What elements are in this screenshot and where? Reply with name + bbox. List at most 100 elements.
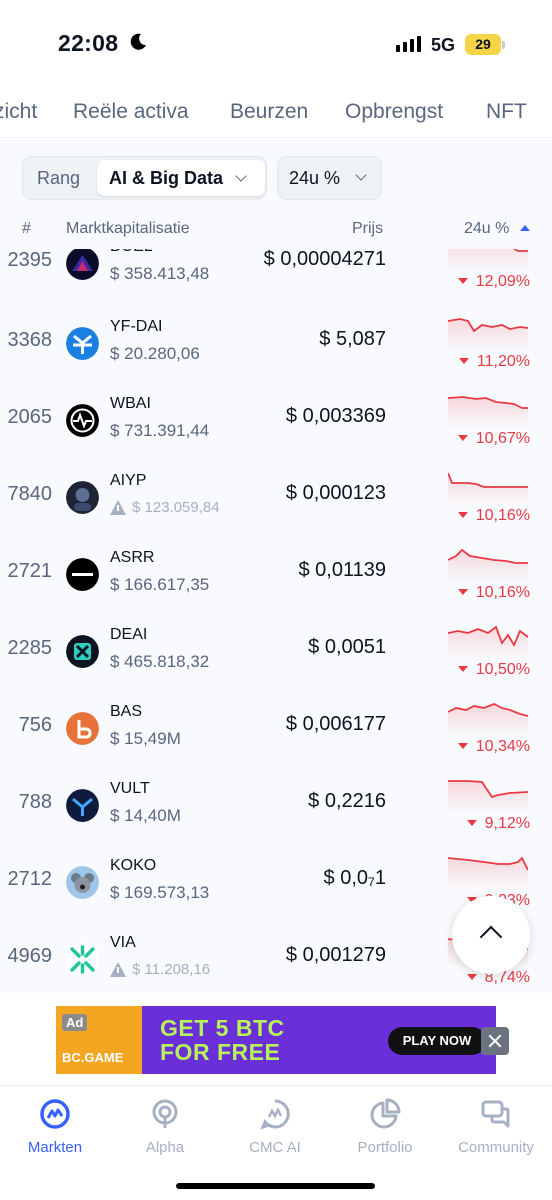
tab-nft[interactable]: NFT bbox=[486, 100, 527, 124]
price: $ 5,087 bbox=[319, 328, 386, 350]
caret-down-icon bbox=[457, 666, 468, 672]
coin-symbol: KOKO bbox=[110, 857, 157, 874]
change-24h: 11,20% bbox=[458, 353, 530, 371]
chevron-down-icon bbox=[235, 170, 247, 182]
change-value: 9,12% bbox=[484, 815, 530, 832]
nav-label: Community bbox=[458, 1139, 534, 1156]
change-24h: 12,09% bbox=[457, 273, 530, 291]
category-dropdown[interactable]: AI & Big Data bbox=[97, 160, 265, 196]
sparkline-chart bbox=[448, 703, 528, 736]
nav-portfolio[interactable]: Portfolio bbox=[330, 1092, 440, 1160]
tab-opbrengst[interactable]: Opbrengst bbox=[345, 100, 443, 124]
coin-symbol: AIYP bbox=[110, 472, 147, 489]
category-tabs: zicht Reële activa Beurzen Opbrengst NFT bbox=[0, 90, 552, 138]
filter-bar: Rang AI & Big Data 24u % bbox=[0, 139, 552, 215]
period-dropdown[interactable]: 24u % bbox=[277, 156, 382, 200]
change-24h: 10,16% bbox=[457, 507, 530, 525]
price: $ 0,006177 bbox=[285, 713, 386, 735]
category-label: AI & Big Data bbox=[109, 168, 224, 188]
market-cap: $ 166.617,35 bbox=[110, 575, 210, 594]
change-value: 10,67% bbox=[475, 430, 530, 447]
caret-down-icon bbox=[457, 278, 468, 284]
market-cap: $ 14,40M bbox=[110, 806, 181, 825]
ad-close-icon[interactable] bbox=[481, 1027, 509, 1055]
tab-beurzen[interactable]: Beurzen bbox=[230, 100, 308, 124]
ad-tag: Ad bbox=[62, 1014, 88, 1031]
price: $ 0,003369 bbox=[285, 405, 386, 427]
coin-row[interactable]: 2395 DUEL $ 358.413,48 $ 0,00004271 12,09% bbox=[0, 249, 552, 302]
status-bar: 22:08 5G 29 bbox=[0, 0, 552, 90]
chevron-down-icon bbox=[355, 169, 367, 181]
chevron-up-icon bbox=[479, 925, 503, 949]
market-cap-column-header[interactable]: Marktkapitalisatie bbox=[66, 220, 190, 238]
ad-creative[interactable]: Ad BC.GAME GET 5 BTC FOR FREE PLAY NOW bbox=[56, 1006, 496, 1074]
rank-category-selector[interactable]: Rang AI & Big Data bbox=[22, 156, 267, 200]
deai-logo bbox=[66, 635, 99, 668]
aiyp-logo bbox=[66, 481, 99, 514]
nav-alpha[interactable]: Alpha bbox=[110, 1092, 220, 1160]
coin-row[interactable]: 788 VULT $ 14,40M $ 0,2216 9,12% bbox=[0, 767, 552, 844]
change-24h: 10,67% bbox=[457, 430, 530, 448]
sparkline-chart bbox=[448, 472, 528, 505]
sparkline-chart bbox=[448, 318, 528, 351]
rank-column-header[interactable]: # bbox=[22, 220, 31, 238]
market-cap: $ 15,49M bbox=[110, 729, 181, 748]
network-type: 5G bbox=[431, 35, 456, 55]
market-cap: $ 11.208,16 bbox=[132, 961, 211, 978]
battery-icon: 29 bbox=[465, 34, 501, 55]
rank: 4969 bbox=[7, 945, 53, 967]
change-value: 10,34% bbox=[475, 738, 530, 755]
sparkline-chart bbox=[448, 856, 528, 890]
chat-bubbles-icon bbox=[481, 1100, 510, 1128]
coin-symbol: VULT bbox=[110, 780, 150, 797]
coin-row[interactable]: 2065 WBAI $ 731.391,44 $ 0,003369 10,67% bbox=[0, 382, 552, 459]
change-column-header[interactable]: 24u % bbox=[464, 220, 509, 238]
coin-symbol: ASRR bbox=[110, 549, 155, 566]
rank: 2721 bbox=[7, 560, 53, 582]
tab-reele-activa[interactable]: Reële activa bbox=[73, 100, 189, 124]
rank-toggle[interactable]: Rang bbox=[37, 168, 80, 189]
price-column-header[interactable]: Prijs bbox=[352, 220, 383, 238]
ad-banner: Ad BC.GAME GET 5 BTC FOR FREE PLAY NOW bbox=[0, 993, 552, 1085]
via-logo bbox=[66, 943, 99, 976]
bas-logo bbox=[66, 712, 99, 745]
price: $ 0,01139 bbox=[298, 559, 387, 581]
sparkline-chart bbox=[448, 625, 528, 659]
coin-row[interactable]: 3368 YF-DAI $ 20.280,06 $ 5,087 11,20% bbox=[0, 305, 552, 382]
change-24h: 9,12% bbox=[466, 815, 530, 833]
coin-row[interactable]: 7840 AIYP $ 123.059,84 $ 0,000123 10,16% bbox=[0, 459, 552, 536]
battery-tip bbox=[502, 41, 505, 49]
markets-logo-icon bbox=[40, 1099, 70, 1129]
market-cap: $ 169.573,13 bbox=[110, 883, 210, 902]
coin-symbol: DUEL bbox=[110, 249, 153, 256]
nav-markten[interactable]: Markten bbox=[0, 1092, 110, 1160]
change-24h: 10,34% bbox=[457, 738, 530, 756]
price: $ 0,2216 bbox=[308, 790, 386, 812]
sparkline-chart bbox=[448, 780, 528, 813]
ad-headline-line2: FOR FREE bbox=[160, 1039, 281, 1065]
nav-label: Alpha bbox=[145, 1139, 185, 1156]
change-value: 10,50% bbox=[475, 661, 530, 678]
coin-symbol: VIA bbox=[110, 934, 136, 951]
market-cap: $ 123.059,84 bbox=[132, 499, 220, 516]
price: $ 0,000123 bbox=[285, 482, 386, 504]
cellular-signal-icon bbox=[396, 36, 421, 52]
caret-down-icon bbox=[466, 820, 477, 826]
duel-logo bbox=[66, 249, 99, 280]
scroll-to-top-button[interactable] bbox=[452, 896, 530, 974]
tab-overzicht[interactable]: zicht bbox=[0, 100, 37, 124]
coin-row[interactable]: 2285 DEAI $ 465.818,32 $ 0,0051 10,50% bbox=[0, 613, 552, 690]
caret-down-icon bbox=[457, 589, 468, 595]
asrr-logo bbox=[66, 558, 99, 591]
nav-cmc-ai[interactable]: CMC AI bbox=[220, 1092, 330, 1160]
sparkline-chart bbox=[448, 249, 528, 271]
caret-down-icon bbox=[457, 512, 468, 518]
market-cap: $ 731.391,44 bbox=[110, 421, 210, 440]
ad-brand: BC.GAME bbox=[62, 1050, 124, 1065]
sparkline-chart bbox=[448, 396, 528, 428]
coin-row[interactable]: 2721 ASRR $ 166.617,35 $ 0,01139 10,16% bbox=[0, 536, 552, 613]
change-value: 11,20% bbox=[476, 353, 530, 370]
nav-community[interactable]: Community bbox=[441, 1092, 551, 1160]
ad-play-now-button[interactable]: PLAY NOW bbox=[388, 1027, 486, 1055]
coin-row[interactable]: 756 BAS $ 15,49M $ 0,006177 10,34% bbox=[0, 690, 552, 767]
